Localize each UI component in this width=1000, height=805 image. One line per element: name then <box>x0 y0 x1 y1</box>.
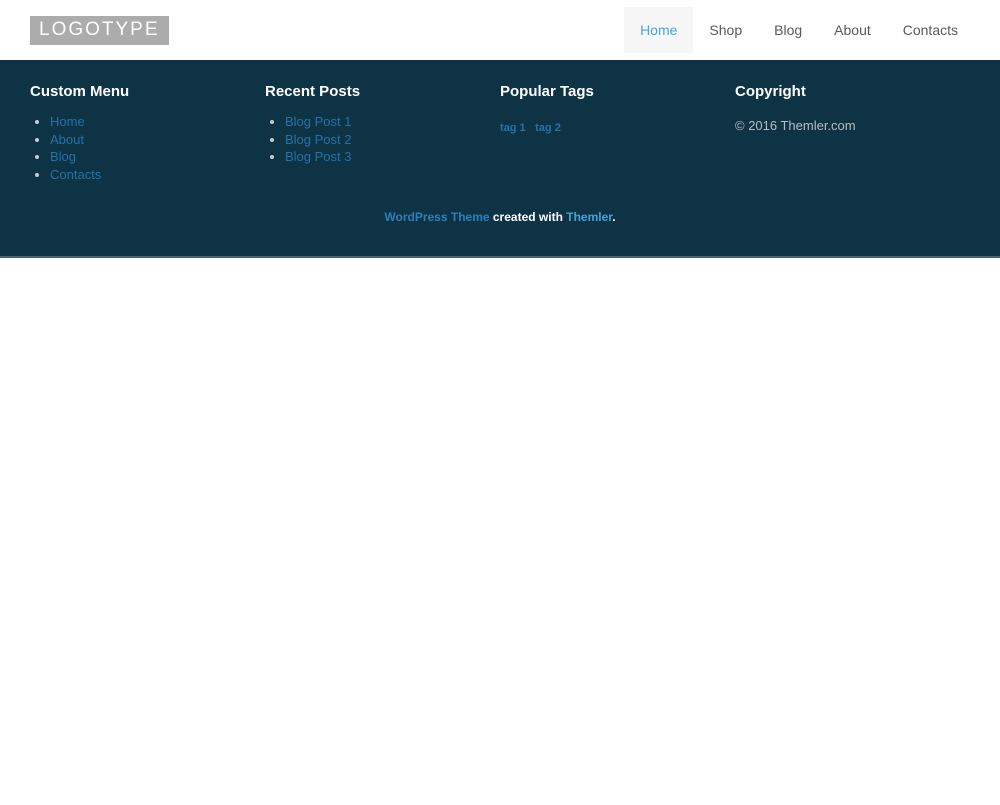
footer-columns: Custom Menu Home About Blog <box>30 82 970 183</box>
custom-menu-list-item: Home <box>50 113 265 131</box>
wordpress-theme-link[interactable]: WordPress Theme <box>384 210 489 224</box>
nav-item[interactable]: Blog <box>758 7 818 53</box>
custom-menu-heading: Custom Menu <box>30 82 265 102</box>
nav-item[interactable]: Home <box>624 7 693 53</box>
nav-item[interactable]: About <box>818 7 887 53</box>
footer-col-custom-menu: Custom Menu Home About Blog <box>30 82 265 183</box>
copyright-heading: Copyright <box>735 82 970 102</box>
tag-link[interactable]: tag 2 <box>535 122 561 134</box>
footer-col-popular-tags: Popular Tags tag 1 tag 2 <box>500 82 735 183</box>
custom-menu-list-item: Contacts <box>50 166 265 184</box>
custom-menu-link[interactable]: About <box>50 132 84 147</box>
recent-post-link[interactable]: Blog Post 3 <box>285 149 352 164</box>
site-footer: Custom Menu Home About Blog <box>0 60 1000 258</box>
recent-post-link[interactable]: Blog Post 2 <box>285 132 352 147</box>
custom-menu-list: Home About Blog Contacts <box>30 113 265 183</box>
custom-menu-list-item: Blog <box>50 148 265 166</box>
popular-tags-heading: Popular Tags <box>500 82 735 102</box>
recent-posts-heading: Recent Posts <box>265 82 500 102</box>
tag-link[interactable]: tag 1 <box>500 122 526 134</box>
recent-posts-list-item: Blog Post 2 <box>285 131 500 149</box>
credits-middle-text: created with <box>490 210 567 224</box>
site-header: LOGOTYPE Home Shop Blog About Contacts <box>0 0 1000 60</box>
recent-posts-list: Blog Post 1 Blog Post 2 Blog Post 3 <box>265 113 500 166</box>
copyright-text: © 2016 Themler.com <box>735 118 970 133</box>
recent-post-link[interactable]: Blog Post 1 <box>285 114 352 129</box>
main-nav: Home Shop Blog About Contacts <box>624 7 974 53</box>
empty-page-body <box>0 258 1000 805</box>
tags-line: tag 1 tag 2 <box>500 118 735 136</box>
custom-menu-link[interactable]: Blog <box>50 149 76 164</box>
footer-col-recent-posts: Recent Posts Blog Post 1 Blog Post 2 Blo… <box>265 82 500 183</box>
recent-posts-list-item: Blog Post 1 <box>285 113 500 131</box>
nav-item[interactable]: Contacts <box>887 7 974 53</box>
custom-menu-link[interactable]: Home <box>50 114 85 129</box>
footer-col-copyright: Copyright © 2016 Themler.com <box>735 82 970 183</box>
custom-menu-list-item: About <box>50 131 265 149</box>
custom-menu-link[interactable]: Contacts <box>50 167 101 182</box>
site-logo[interactable]: LOGOTYPE <box>30 16 169 45</box>
credits-line: WordPress Theme created with Themler. <box>30 210 970 225</box>
credits-suffix: . <box>612 210 615 224</box>
nav-item[interactable]: Shop <box>693 7 758 53</box>
themler-link[interactable]: Themler <box>566 210 612 224</box>
recent-posts-list-item: Blog Post 3 <box>285 148 500 166</box>
